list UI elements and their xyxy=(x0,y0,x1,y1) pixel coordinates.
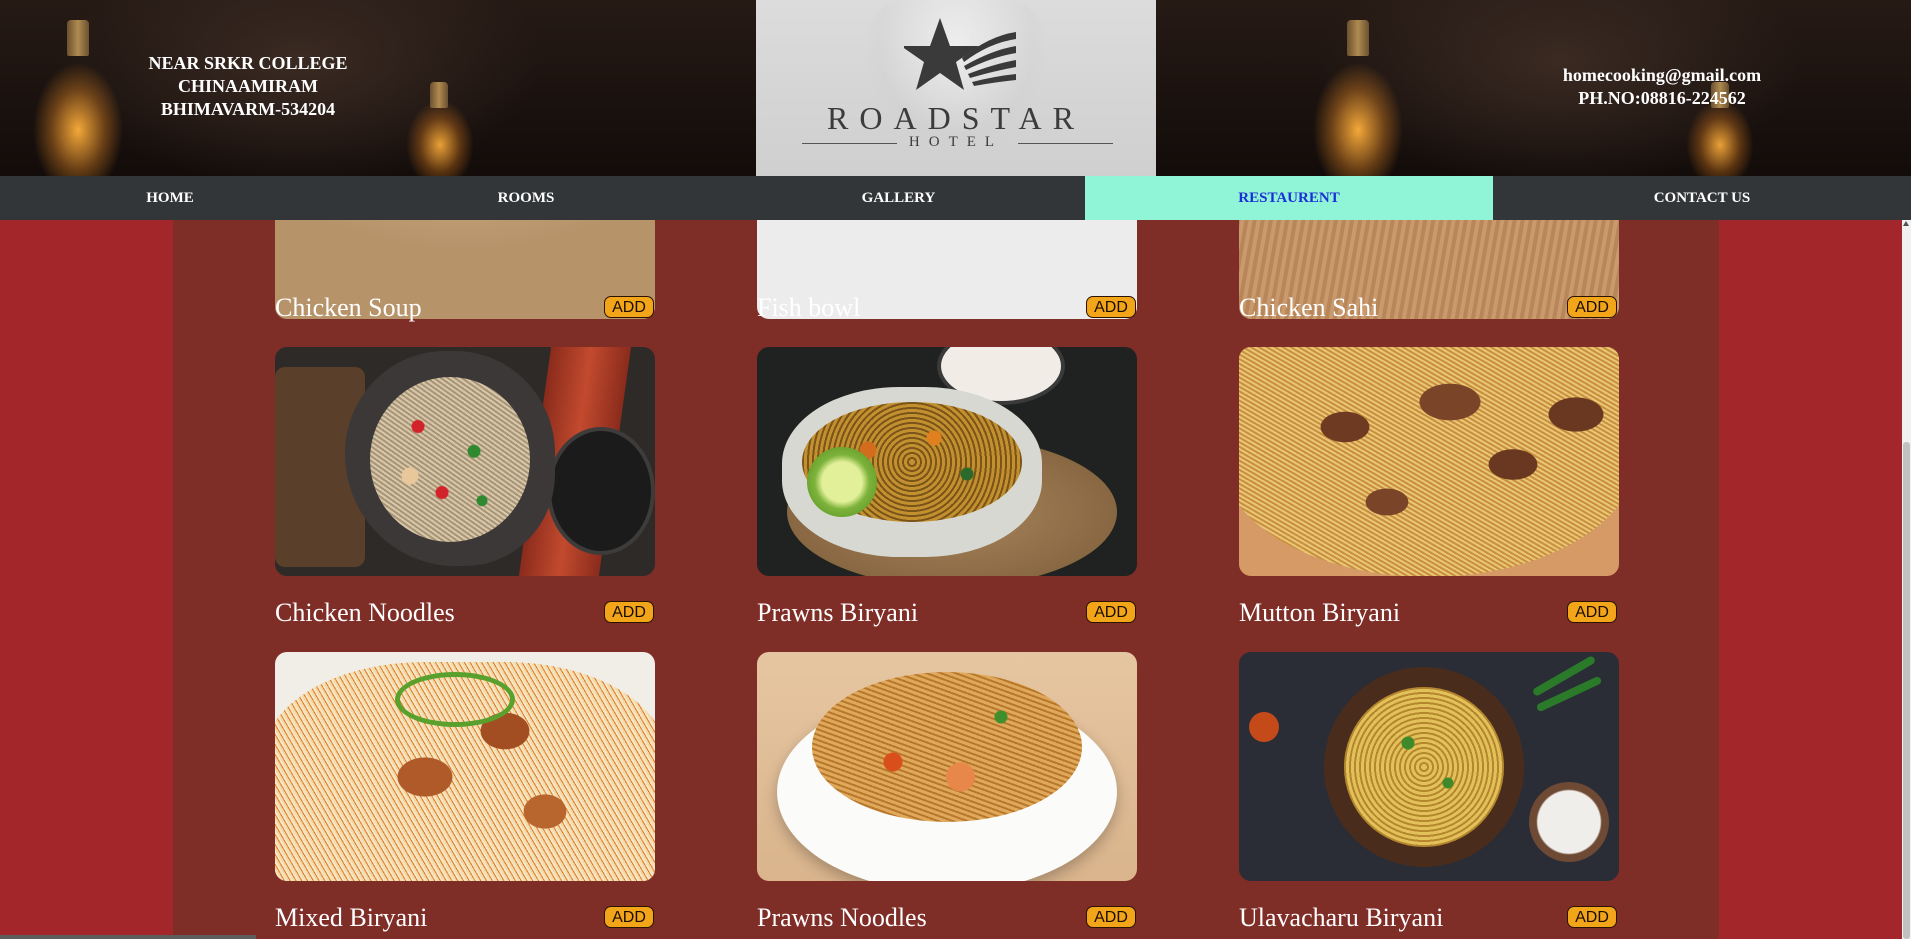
vertical-scrollbar[interactable] xyxy=(1902,220,1911,939)
add-button[interactable]: ADD xyxy=(604,906,654,928)
dish-image-prawns-noodles xyxy=(757,652,1137,881)
restaurant-menu: Chicken Soup ADD Fish bowl ADD Chicken S… xyxy=(173,220,1719,939)
lamp-decoration xyxy=(430,82,448,108)
nav-item-home[interactable]: HOME xyxy=(0,176,340,220)
logo-name: ROADSTAR xyxy=(827,100,1085,136)
add-button[interactable]: ADD xyxy=(604,601,654,623)
dish-name: Mutton Biryani xyxy=(1239,598,1401,627)
add-button[interactable]: ADD xyxy=(604,296,654,318)
dish-image-mutton-biryani xyxy=(1239,347,1619,576)
add-button[interactable]: ADD xyxy=(1567,296,1617,318)
add-button[interactable]: ADD xyxy=(1567,906,1617,928)
add-button[interactable]: ADD xyxy=(1086,601,1136,623)
star-logo-icon xyxy=(904,18,1016,90)
dish-image-chicken-noodles xyxy=(275,347,655,576)
address-line: NEAR SRKR COLLEGE xyxy=(148,53,348,73)
hotel-address: NEAR SRKR COLLEGE CHINAAMIRAM BHIMAVARM-… xyxy=(128,52,368,121)
dish-image-ulavacharu-biryani xyxy=(1239,652,1619,881)
contact-phone: PH.NO:08816-224562 xyxy=(1578,88,1746,108)
lamp-decoration xyxy=(1347,20,1369,56)
logo-divider xyxy=(1018,143,1113,144)
nav-item-rooms[interactable]: ROOMS xyxy=(340,176,712,220)
hotel-contact: homecooking@gmail.com PH.NO:08816-224562 xyxy=(1538,64,1786,110)
dish-name: Ulavacharu Biryani xyxy=(1239,903,1444,932)
dish-name: Fish bowl xyxy=(757,293,861,322)
add-button[interactable]: ADD xyxy=(1086,906,1136,928)
dish-name: Prawns Noodles xyxy=(757,903,927,932)
address-line: CHINAAMIRAM xyxy=(178,76,318,96)
nav-item-restaurent[interactable]: RESTAURENT xyxy=(1085,176,1493,220)
nav-item-gallery[interactable]: GALLERY xyxy=(712,176,1085,220)
dish-name: Chicken Noodles xyxy=(275,598,455,627)
site-header: NEAR SRKR COLLEGE CHINAAMIRAM BHIMAVARM-… xyxy=(0,0,1911,176)
horizontal-scrollbar-thumb[interactable] xyxy=(0,935,256,939)
nav-item-contact-us[interactable]: CONTACT US xyxy=(1493,176,1911,220)
dish-name: Mixed Biryani xyxy=(275,903,428,932)
contact-email[interactable]: homecooking@gmail.com xyxy=(1538,64,1786,87)
dish-image-mixed-biryani xyxy=(275,652,655,881)
dish-name: Prawns Biryani xyxy=(757,598,919,627)
add-button[interactable]: ADD xyxy=(1086,296,1136,318)
hotel-logo[interactable]: ROADSTAR HOTEL xyxy=(756,0,1156,176)
scroll-up-arrow-icon[interactable] xyxy=(1903,221,1909,226)
add-button[interactable]: ADD xyxy=(1567,601,1617,623)
address-line: BHIMAVARM-534204 xyxy=(160,99,336,119)
main-nav: HOME ROOMS GALLERY RESTAURENT CONTACT US xyxy=(0,176,1911,220)
dish-image-prawns-biryani xyxy=(757,347,1137,576)
scrollbar-thumb[interactable] xyxy=(1903,442,1910,939)
lamp-decoration xyxy=(67,20,89,56)
dish-name: Chicken Soup xyxy=(275,293,422,322)
dish-name: Chicken Sahi xyxy=(1239,293,1379,322)
